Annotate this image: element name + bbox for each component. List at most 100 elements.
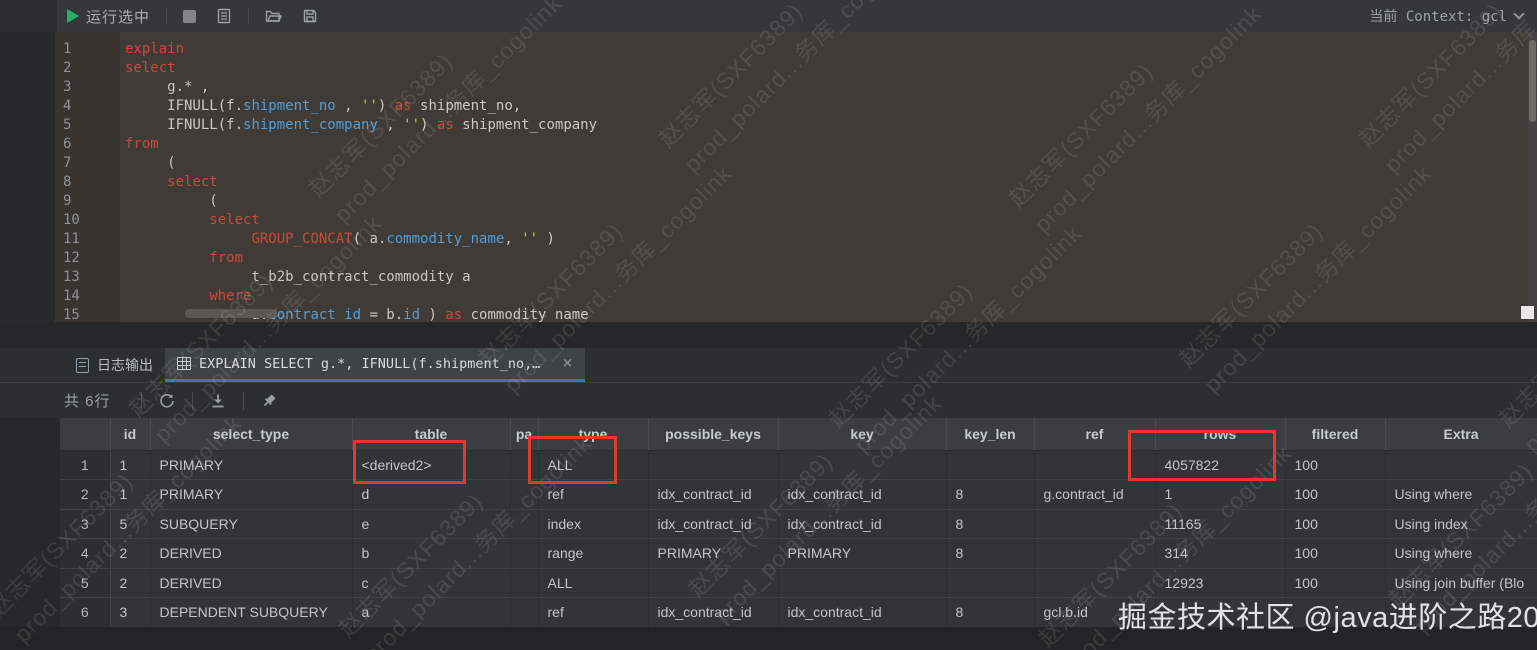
row-number-cell[interactable]: 5 (60, 568, 111, 598)
download-button[interactable] (205, 388, 231, 414)
column-header-possible_keys[interactable]: possible_keys (648, 418, 779, 451)
table-cell-key[interactable]: idx_contract_id (778, 479, 947, 510)
table-cell-filtered[interactable]: 100 (1285, 538, 1386, 569)
save-button[interactable] (292, 0, 328, 32)
code-line[interactable]: where (125, 287, 1537, 306)
table-cell-extra[interactable] (1385, 450, 1537, 480)
open-file-button[interactable] (255, 0, 292, 32)
column-header-table[interactable]: table (352, 418, 511, 451)
table-cell-possible_keys[interactable]: idx_contract_id (648, 509, 779, 539)
code-line[interactable]: IFNULL(f.shipment_no , '') as shipment_n… (125, 97, 1537, 116)
column-header-extra[interactable]: Extra (1385, 418, 1537, 451)
table-cell-ref[interactable] (1034, 450, 1156, 480)
code-line[interactable]: select (125, 211, 1537, 230)
row-number-cell[interactable]: 3 (60, 509, 111, 539)
table-cell-possible_keys[interactable]: idx_contract_id (648, 479, 779, 510)
code-line[interactable]: ( (125, 154, 1537, 173)
column-header-select_type[interactable]: select_type (150, 418, 353, 451)
table-cell-extra[interactable] (1385, 597, 1537, 627)
table-cell-rows[interactable]: 4057822 (1155, 450, 1286, 480)
tab-explain-result[interactable]: EXPLAIN SELECT g.*, IFNULL(f.shipment_no… (165, 348, 585, 382)
table-cell-table[interactable]: e (352, 509, 511, 539)
table-cell-rows[interactable]: 12923 (1155, 568, 1286, 598)
column-header-rows[interactable]: rows (1155, 418, 1286, 451)
table-cell-filtered[interactable]: 100 (1285, 509, 1386, 539)
table-cell-pa[interactable] (510, 450, 539, 480)
table-cell-select_type[interactable]: DEPENDENT SUBQUERY (150, 597, 353, 627)
code-line[interactable]: from (125, 249, 1537, 268)
table-cell-key_len[interactable]: 8 (946, 509, 1035, 539)
stop-button[interactable] (173, 0, 206, 32)
table-cell-filtered[interactable] (1285, 597, 1386, 627)
table-cell-extra[interactable]: Using index (1385, 509, 1537, 539)
column-header-filtered[interactable]: filtered (1285, 418, 1386, 451)
table-cell-possible_keys[interactable]: idx_contract_id (648, 597, 779, 627)
tab-log-output[interactable]: 日志输出 (64, 348, 165, 382)
code-line[interactable]: explain (125, 40, 1537, 59)
table-cell-type[interactable]: ALL (538, 450, 649, 480)
table-cell-id[interactable]: 1 (110, 479, 151, 510)
code-line[interactable]: select (125, 59, 1537, 78)
column-header-ref[interactable]: ref (1034, 418, 1156, 451)
code-line[interactable]: select (125, 173, 1537, 192)
table-cell-pa[interactable] (510, 568, 539, 598)
column-header-pa[interactable]: pa (510, 418, 539, 451)
table-cell-pa[interactable] (510, 479, 539, 510)
select-all-corner[interactable] (60, 418, 111, 451)
table-cell-ref[interactable]: g.contract_id (1034, 479, 1156, 510)
table-cell-rows[interactable]: 1 (1155, 479, 1286, 510)
vertical-scrollbar-track[interactable] (1528, 32, 1537, 322)
table-cell-table[interactable]: b (352, 538, 511, 569)
table-cell-id[interactable]: 2 (110, 568, 151, 598)
table-cell-ref[interactable] (1034, 538, 1156, 569)
table-cell-key[interactable]: idx_contract_id (778, 597, 947, 627)
close-icon[interactable]: × (548, 355, 572, 372)
table-cell-key[interactable] (778, 568, 947, 598)
table-cell-extra[interactable]: Using where (1385, 538, 1537, 569)
table-cell-id[interactable]: 3 (110, 597, 151, 627)
vertical-scrollbar-thumb[interactable] (1529, 40, 1536, 122)
table-cell-possible_keys[interactable] (648, 450, 779, 480)
table-cell-filtered[interactable]: 100 (1285, 568, 1386, 598)
column-header-key[interactable]: key (778, 418, 947, 451)
table-cell-select_type[interactable]: PRIMARY (150, 450, 353, 480)
table-cell-ref[interactable] (1034, 568, 1156, 598)
table-cell-select_type[interactable]: DERIVED (150, 538, 353, 569)
table-cell-possible_keys[interactable]: PRIMARY (648, 538, 779, 569)
table-cell-extra[interactable]: Using join buffer (Blo (1385, 568, 1537, 598)
table-cell-rows[interactable] (1155, 597, 1286, 627)
code-line[interactable]: a.contract_id = b.id ) as commodity_name (125, 306, 1537, 322)
pin-button[interactable] (256, 388, 282, 414)
column-header-type[interactable]: type (538, 418, 649, 451)
column-header-id[interactable]: id (110, 418, 151, 451)
table-cell-id[interactable]: 5 (110, 509, 151, 539)
table-cell-id[interactable]: 1 (110, 450, 151, 480)
refresh-button[interactable] (154, 388, 180, 414)
horizontal-scrollbar[interactable] (185, 309, 277, 318)
table-cell-type[interactable]: ref (538, 479, 649, 510)
code-line[interactable]: IFNULL(f.shipment_company , '') as shipm… (125, 116, 1537, 135)
table-cell-type[interactable]: ref (538, 597, 649, 627)
table-cell-filtered[interactable]: 100 (1285, 479, 1386, 510)
sql-editor[interactable]: explain select g.* , IFNULL(f.shipment_no… (120, 32, 1537, 322)
table-cell-table[interactable]: a (352, 597, 511, 627)
table-cell-type[interactable]: index (538, 509, 649, 539)
table-cell-key[interactable]: PRIMARY (778, 538, 947, 569)
table-cell-key_len[interactable]: 8 (946, 597, 1035, 627)
table-cell-key[interactable] (778, 450, 947, 480)
table-cell-rows[interactable]: 314 (1155, 538, 1286, 569)
table-cell-key_len[interactable] (946, 450, 1035, 480)
table-cell-type[interactable]: ALL (538, 568, 649, 598)
table-cell-key_len[interactable] (946, 568, 1035, 598)
table-cell-filtered[interactable]: 100 (1285, 450, 1386, 480)
table-cell-table[interactable]: <derived2> (352, 450, 511, 480)
table-cell-pa[interactable] (510, 597, 539, 627)
table-cell-ref[interactable] (1034, 509, 1156, 539)
code-line[interactable]: GROUP_CONCAT( a.commodity_name, '' ) (125, 230, 1537, 249)
table-cell-select_type[interactable]: DERIVED (150, 568, 353, 598)
table-cell-select_type[interactable]: SUBQUERY (150, 509, 353, 539)
code-line[interactable]: t_b2b_contract_commodity a (125, 268, 1537, 287)
row-number-cell[interactable]: 1 (60, 450, 111, 480)
row-number-cell[interactable]: 4 (60, 538, 111, 569)
table-cell-id[interactable]: 2 (110, 538, 151, 569)
